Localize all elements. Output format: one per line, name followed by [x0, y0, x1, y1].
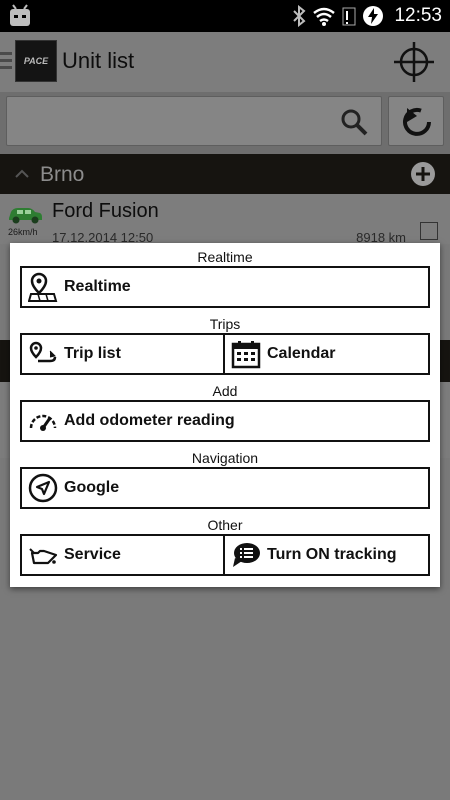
section-title-trips: Trips [209, 316, 241, 332]
section-title-other: Other [207, 517, 243, 533]
realtime-button[interactable]: Realtime [20, 266, 430, 308]
speedometer-icon [29, 414, 57, 431]
menu-icon[interactable] [0, 52, 12, 72]
actions-dialog: Realtime Realtime Trips Trip list Calend… [10, 243, 440, 587]
bluetooth-icon [293, 5, 306, 27]
map-pin-icon [28, 272, 58, 302]
group-name: Brno [40, 163, 85, 186]
trip-list-label: Trip list [64, 345, 121, 362]
app-logo[interactable]: PACE [15, 40, 57, 82]
status-bar: 12:53 [0, 0, 450, 32]
unit-checkbox[interactable] [420, 222, 438, 240]
oil-can-icon [29, 548, 58, 565]
add-icon[interactable] [410, 161, 436, 187]
unit-list-item[interactable]: 26km/h Ford Fusion 17.12.2014 12:50 8918… [0, 194, 450, 245]
service-button[interactable]: Service [20, 534, 225, 576]
section-title-navigation: Navigation [191, 450, 259, 466]
calendar-label: Calendar [267, 345, 336, 362]
search-icon[interactable] [339, 107, 369, 137]
google-navigation-button[interactable]: Google [20, 467, 430, 509]
add-odometer-button[interactable]: Add odometer reading [20, 400, 430, 442]
car-icon [9, 208, 42, 224]
battery-charging-icon [363, 6, 384, 26]
unit-name: Ford Fusion [52, 200, 159, 222]
search-input[interactable] [6, 96, 382, 146]
message-list-icon [233, 543, 260, 567]
add-odometer-label: Add odometer reading [64, 412, 235, 429]
page-title: Unit list [62, 48, 135, 73]
navigation-icon [28, 473, 58, 503]
android-icon [10, 4, 30, 26]
logo-text: PACE [23, 56, 49, 66]
refresh-button[interactable] [388, 96, 444, 146]
trip-list-button[interactable]: Trip list [20, 333, 225, 375]
tracking-button[interactable]: Turn ON tracking [225, 534, 430, 576]
route-icon [29, 341, 57, 363]
app-bar: PACE Unit list [0, 32, 450, 92]
section-title-add: Add [212, 383, 238, 399]
calendar-button[interactable]: Calendar [225, 333, 430, 375]
refresh-icon [403, 107, 431, 136]
wifi-icon [313, 7, 336, 26]
service-label: Service [64, 546, 121, 563]
tracking-label: Turn ON tracking [267, 546, 397, 563]
unit-speed: 26km/h [8, 227, 38, 237]
google-label: Google [64, 479, 120, 496]
realtime-label: Realtime [64, 278, 131, 295]
crosshair-icon[interactable] [392, 40, 436, 84]
chevron-up-icon [15, 169, 29, 178]
section-title-realtime: Realtime [197, 249, 253, 265]
group-header[interactable]: Brno [0, 154, 450, 194]
search-row [0, 92, 450, 154]
calendar-icon [231, 341, 261, 369]
signal-icon [342, 7, 356, 26]
status-time: 12:53 [394, 5, 442, 26]
